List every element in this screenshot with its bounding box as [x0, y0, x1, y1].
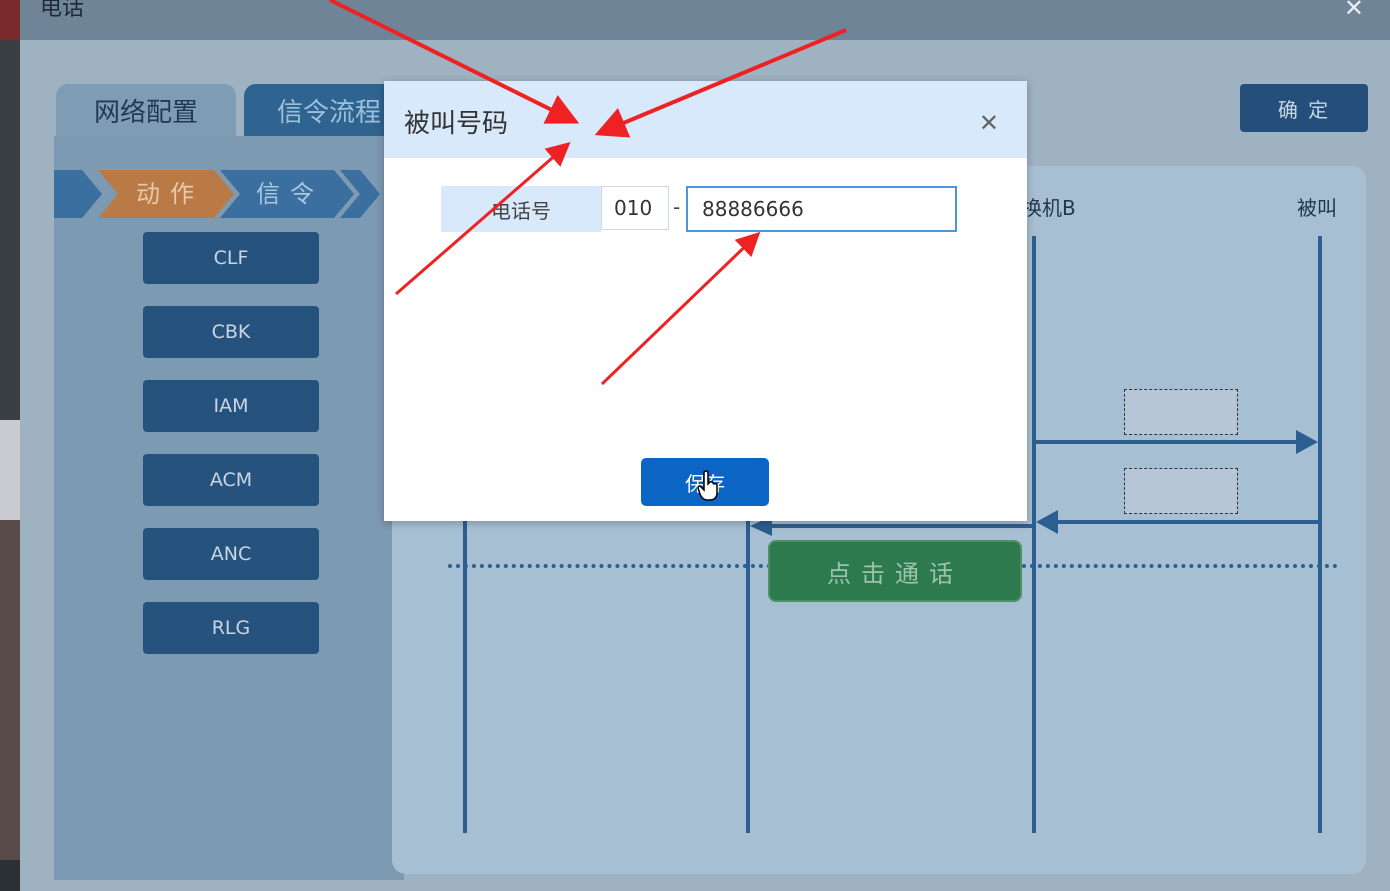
lane-line	[1318, 236, 1322, 833]
window-close-icon[interactable]: ✕	[1344, 0, 1364, 22]
message-box	[1124, 389, 1238, 435]
click-to-call-button[interactable]: 点击通话	[768, 540, 1022, 602]
window-title-bar: 电话 ✕	[20, 0, 1390, 40]
signal-arrow-left	[1052, 520, 1318, 524]
signal-arrow-left	[768, 524, 1032, 528]
action-button-iam[interactable]: IAM	[143, 380, 319, 432]
arrow-head-right-icon	[1296, 430, 1318, 454]
window-title: 电话	[40, 0, 85, 21]
dialog-close-icon[interactable]: ✕	[979, 109, 999, 137]
action-sidebar: 动作 信令 CLF CBK IAM ACM ANC RLG	[54, 136, 404, 880]
dialog-title: 被叫号码	[404, 109, 509, 139]
action-button-anc[interactable]: ANC	[143, 528, 319, 580]
hand-cursor-icon	[697, 470, 718, 501]
message-box	[1124, 468, 1238, 514]
action-button-clf[interactable]: CLF	[143, 232, 319, 284]
action-button-acm[interactable]: ACM	[143, 454, 319, 506]
step-chevrons	[54, 170, 380, 218]
signal-arrow-right	[1034, 440, 1304, 444]
dialog-header: 被叫号码 ✕	[384, 81, 1027, 158]
tab-network-config[interactable]: 网络配置	[56, 84, 236, 136]
lane-label-callee: 被叫	[1297, 196, 1337, 220]
area-code-input[interactable]	[601, 186, 669, 230]
step-signal-label: 信令	[256, 180, 324, 208]
callee-number-dialog: 被叫号码 ✕ 电话号 - 保存	[384, 81, 1027, 521]
background-left-strip	[0, 0, 20, 891]
lane-line	[1032, 236, 1036, 833]
phone-number-label: 电话号	[441, 186, 601, 232]
lane-label-exchange-b: 换机B	[1022, 196, 1076, 220]
number-separator: -	[673, 195, 681, 219]
action-button-cbk[interactable]: CBK	[143, 306, 319, 358]
action-button-rlg[interactable]: RLG	[143, 602, 319, 654]
confirm-button[interactable]: 确 定	[1240, 84, 1368, 132]
chevron-start-icon	[54, 170, 102, 218]
arrow-head-left-icon	[1036, 510, 1058, 534]
phone-number-input[interactable]	[686, 186, 957, 232]
step-action-label: 动作	[136, 180, 204, 208]
